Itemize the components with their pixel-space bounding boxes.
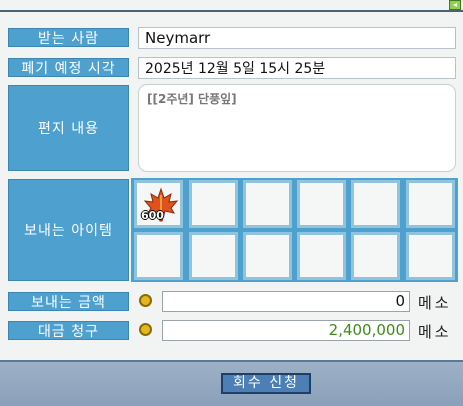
items-label: 보내는 아이템 xyxy=(8,179,129,281)
cod-amount-unit: 메소 xyxy=(418,323,452,341)
coin-icon xyxy=(139,323,152,336)
item-slot-5[interactable] xyxy=(351,180,400,228)
send-amount-input[interactable]: 0 xyxy=(162,291,410,312)
corner-close-icon[interactable]: ◂ xyxy=(449,0,461,10)
window-top-bar: ◂ xyxy=(0,0,463,12)
item-slot-9[interactable] xyxy=(243,232,292,280)
item-slot-3[interactable] xyxy=(243,180,292,228)
item-slot-1[interactable]: 600 xyxy=(134,180,183,228)
cod-label: 대금 청구 xyxy=(8,321,129,340)
coin-icon xyxy=(139,294,152,307)
item-slot-6[interactable] xyxy=(406,180,455,228)
recipient-label: 받는 사람 xyxy=(8,28,129,47)
send-amount-unit: 메소 xyxy=(418,294,452,312)
retrieve-request-button[interactable]: 회수 신청 xyxy=(221,373,311,394)
item-slot-12[interactable] xyxy=(406,232,455,280)
item-slot-4[interactable] xyxy=(297,180,346,228)
memo-textarea[interactable]: [[2주년] 단풍잎] xyxy=(138,84,456,172)
item-grid: 600 xyxy=(131,178,458,282)
item-slot-10[interactable] xyxy=(297,232,346,280)
expiry-field: 2025년 12월 5일 15시 25분 xyxy=(138,57,456,79)
expiry-label: 폐기 예정 시각 xyxy=(8,58,129,77)
memo-label: 편지 내용 xyxy=(8,85,129,171)
send-amount-label: 보내는 금액 xyxy=(8,292,129,311)
item-slot-2[interactable] xyxy=(189,180,238,228)
recipient-field[interactable]: Neymarr xyxy=(138,27,456,49)
item-slot-7[interactable] xyxy=(134,232,183,280)
cod-amount-input[interactable]: 2,400,000 xyxy=(162,320,410,341)
item-slot-11[interactable] xyxy=(351,232,400,280)
item-quantity: 600 xyxy=(141,209,164,222)
item-slot-8[interactable] xyxy=(189,232,238,280)
